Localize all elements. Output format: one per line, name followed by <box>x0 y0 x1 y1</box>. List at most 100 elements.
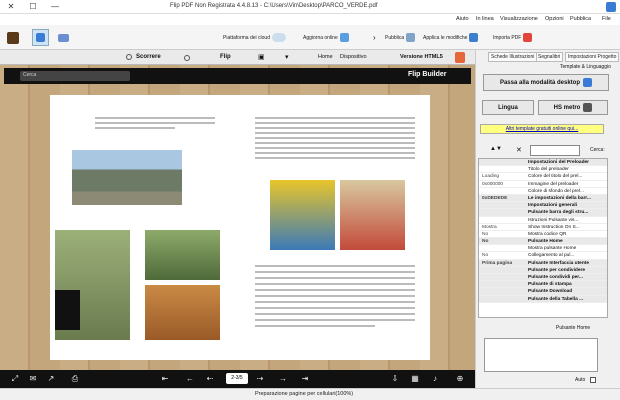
property-row[interactable]: Pulsante Home No <box>479 238 607 246</box>
scroll-label[interactable]: Scorrere <box>136 54 161 60</box>
sidebar-toggle-button[interactable] <box>4 29 22 46</box>
tab-bookmarks[interactable]: Segnalibri <box>535 52 564 62</box>
classroom-photo-1 <box>270 180 335 250</box>
menu-online[interactable]: In linea <box>476 16 494 22</box>
viewer-search-input[interactable]: Cerca <box>20 71 130 81</box>
back-icon[interactable]: ⇠ <box>205 374 215 384</box>
tab-project-settings[interactable]: Impostazioni Progetto <box>565 52 620 62</box>
menu-publish[interactable]: Pubblica <box>570 16 591 22</box>
building-photo <box>72 150 182 205</box>
clear-icon[interactable]: ✕ <box>516 146 522 154</box>
upload-icon <box>339 33 349 42</box>
device-label[interactable]: Dispositivo <box>340 54 367 60</box>
property-key: Immagine del preloader <box>528 181 579 187</box>
property-row[interactable]: Le impostazioni della barr... 0xDEDEDE <box>479 194 607 203</box>
next-page-icon[interactable]: → <box>278 374 288 384</box>
change-template-label: Passa alla modalità desktop <box>499 79 581 86</box>
publish-arrow-button[interactable]: › <box>370 29 379 46</box>
flip-label[interactable]: Flip <box>220 54 231 60</box>
tab-illustrations[interactable]: Schede Illustrazioni <box>488 52 538 62</box>
property-value[interactable]: Mostra <box>482 224 497 231</box>
property-row[interactable]: Pulsante per condividere <box>479 266 607 274</box>
cloud-button[interactable]: Piattaforma dei cloud <box>220 29 289 46</box>
print-icon[interactable]: ⎙ <box>70 374 80 384</box>
language-label: Lingua <box>498 104 518 111</box>
theme-label: HS metro <box>553 104 581 111</box>
property-key: Pulsante Interfaccia utente <box>528 260 590 266</box>
layout-button[interactable] <box>32 29 49 46</box>
flipbook[interactable] <box>50 95 430 360</box>
close-icon[interactable]: ✕ <box>0 0 22 14</box>
chevron-right-icon: › <box>373 33 376 42</box>
prev-page-icon[interactable]: ← <box>185 374 195 384</box>
theme-button[interactable]: HS metro <box>538 100 608 115</box>
collapse-icon[interactable]: ▲▼ <box>490 146 502 152</box>
apply-changes-button[interactable]: Applica le modifiche <box>420 29 481 46</box>
property-row[interactable]: Impostazioni del Preloader <box>479 159 607 167</box>
zoom-icon[interactable]: ⊕ <box>455 374 465 384</box>
menu-file[interactable]: File <box>602 16 611 22</box>
email-icon[interactable]: ✉ <box>28 374 38 384</box>
text-line <box>255 132 415 134</box>
forward-icon[interactable]: ⇢ <box>255 374 265 384</box>
thumbnails-icon[interactable]: ▦ <box>410 374 420 384</box>
scroll-radio[interactable] <box>126 54 132 60</box>
property-row[interactable]: Pulsante condividi per... <box>479 274 607 282</box>
last-page-icon[interactable]: ⇥ <box>300 374 310 384</box>
property-row[interactable]: Pulsante barra degli stru... <box>479 209 607 217</box>
language-button[interactable]: Lingua <box>482 100 534 115</box>
text-line <box>255 127 415 129</box>
fullscreen-icon[interactable]: ⤢ <box>10 374 20 384</box>
sound-icon[interactable]: ♪ <box>430 374 440 384</box>
menu-help[interactable]: Aiuto <box>456 16 469 22</box>
menu-view[interactable]: Visualizzazione <box>500 16 538 22</box>
maximize-icon[interactable]: ☐ <box>22 0 44 14</box>
property-grid[interactable]: Impostazioni del Preloader Titolo del pr… <box>478 158 608 318</box>
first-page-icon[interactable]: ⇤ <box>160 374 170 384</box>
publish-button[interactable]: Pubblica <box>382 29 418 46</box>
more-templates-link[interactable]: Altri template gratuiti online qui... <box>480 124 604 134</box>
html5-label[interactable]: Versione HTML5 <box>400 54 443 60</box>
property-row[interactable]: Collegamento al pul... No <box>479 252 607 260</box>
chevron-down-icon[interactable]: ▾ <box>285 53 289 61</box>
import-pdf-button[interactable]: Importa PDF <box>490 29 535 46</box>
property-row[interactable]: Mostra codice QR No <box>479 231 607 239</box>
property-row[interactable]: Colore del titolo del prel... Loading <box>479 173 607 181</box>
auto-checkbox[interactable] <box>590 377 596 383</box>
flip-radio[interactable] <box>184 55 190 61</box>
download-icon[interactable]: ⇩ <box>390 374 400 384</box>
property-row[interactable]: Show Instruction On S... Mostra <box>479 224 607 231</box>
property-row[interactable]: Pulsante Download <box>479 288 607 296</box>
property-row[interactable]: Mostra pulsante Home <box>479 245 607 253</box>
home-label[interactable]: Home <box>318 54 333 60</box>
auto-label: Auto <box>575 377 586 383</box>
property-search-input[interactable] <box>530 145 580 156</box>
share-icon[interactable]: ↗ <box>46 374 56 384</box>
property-value[interactable]: 0xDEDEDE <box>482 195 507 202</box>
property-row[interactable]: Istruzioni Pulsante vis... <box>479 217 607 224</box>
property-row[interactable]: Immagine del preloader 0x000000 <box>479 181 607 188</box>
text-line <box>255 301 415 303</box>
property-row[interactable]: Impostazioni generali <box>479 202 607 210</box>
property-value[interactable]: No <box>482 252 488 259</box>
property-value[interactable]: No <box>482 238 488 245</box>
publish-online-button[interactable]: Aggiorna online <box>300 29 352 46</box>
minimize-icon[interactable]: — <box>44 0 66 14</box>
property-row[interactable]: Pulsante della Tabella ... <box>479 295 607 303</box>
property-row[interactable]: Titolo del preloader <box>479 166 607 174</box>
property-value[interactable]: Prima pagina <box>482 260 512 267</box>
property-value[interactable]: 0x000000 <box>482 181 503 188</box>
property-row[interactable]: Colore di sfondo del prel... <box>479 188 607 195</box>
classroom-photo-2 <box>340 180 405 250</box>
page-number-input[interactable]: 2-3/5 <box>226 373 248 384</box>
property-value[interactable]: No <box>482 231 488 238</box>
display-button[interactable] <box>55 29 72 46</box>
property-row[interactable]: Pulsante Interfaccia utente Prima pagina <box>479 259 607 267</box>
app-icon <box>606 2 616 12</box>
change-template-button[interactable]: Passa alla modalità desktop <box>483 74 609 91</box>
property-row[interactable]: Pulsante di stampa <box>479 281 607 289</box>
search-label: Cerca: <box>590 147 605 153</box>
text-line <box>255 271 415 273</box>
menu-options[interactable]: Opzioni <box>545 16 564 22</box>
property-value[interactable]: Loading <box>482 173 499 180</box>
